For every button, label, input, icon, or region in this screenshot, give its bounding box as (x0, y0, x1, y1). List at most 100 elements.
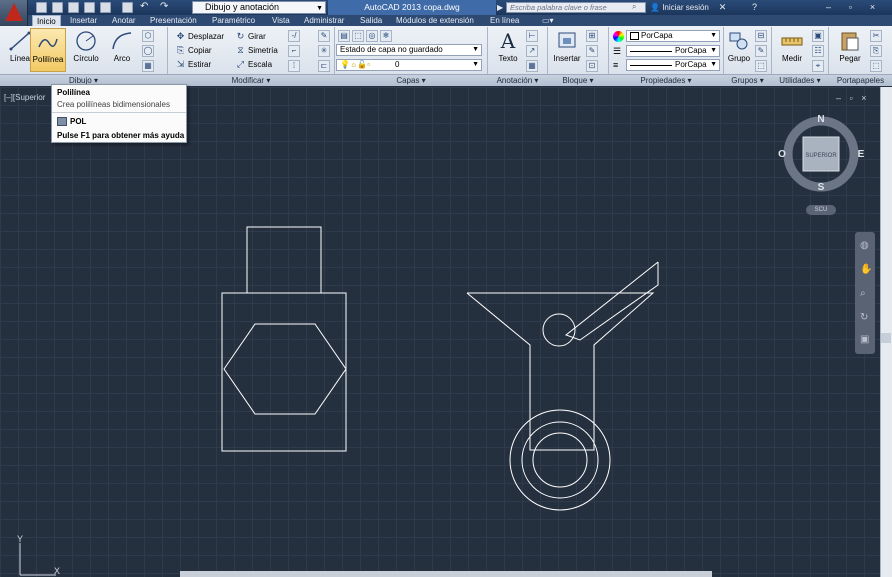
measure-button[interactable]: Medir (774, 28, 810, 72)
calculator-icon[interactable]: ▣ (812, 30, 824, 42)
layer-properties-icon[interactable]: ▤ (338, 30, 350, 42)
copy-button[interactable]: ⎘ Copiar (174, 44, 212, 57)
explode-icon[interactable]: ✳ (318, 45, 330, 57)
color-dropdown[interactable]: PorCapa ▼ (626, 30, 720, 42)
ribbon-minimize-icon[interactable]: ▭▾ (538, 15, 558, 26)
save-as-icon[interactable] (84, 2, 95, 13)
tab-insertar[interactable]: Insertar (66, 15, 101, 26)
help-icon[interactable]: ? (748, 1, 761, 13)
group-edit-icon[interactable]: ✎ (755, 45, 767, 57)
layer-state-icon[interactable]: ⬚ (352, 30, 364, 42)
quick-select-icon[interactable]: ☷ (812, 45, 824, 57)
workspace-dropdown[interactable]: Dibujo y anotación ▼ (192, 1, 326, 14)
layer-freeze-icon[interactable]: ❄ (380, 30, 392, 42)
copy-clip-icon[interactable]: ⎘ (870, 45, 882, 57)
dimension-icon[interactable]: ⊢ (526, 30, 538, 42)
undo-icon[interactable]: ↶ (140, 1, 148, 12)
lineweight-dropdown[interactable]: PorCapa ▼ (626, 59, 720, 71)
tab-inicio[interactable]: Inicio (32, 15, 61, 26)
cut-icon[interactable]: ✂ (870, 30, 882, 42)
mirror-button[interactable]: ⧖ Simetría (234, 44, 277, 57)
search-input[interactable]: Escriba palabra clave o frase (506, 2, 646, 13)
match-properties-icon[interactable]: ⬚ (870, 60, 882, 72)
tab-modulos[interactable]: Módulos de extensión (392, 15, 478, 26)
text-button[interactable]: A Texto (490, 28, 526, 72)
layer-dropdown[interactable]: 💡☼🔓▫ 0 ▼ (336, 59, 482, 71)
exchange-icon[interactable]: ✕ (716, 1, 729, 13)
linetype-dropdown[interactable]: PorCapa ▼ (626, 45, 720, 57)
scrollbar-thumb[interactable] (881, 333, 891, 343)
tab-vista[interactable]: Vista (268, 15, 294, 26)
panel-title-annotation[interactable]: Anotación ▾ (488, 75, 547, 86)
rotate-button[interactable]: ↻ Girar (234, 30, 266, 43)
paste-button[interactable]: Pegar (832, 28, 868, 72)
application-menu-button[interactable] (0, 0, 28, 26)
open-icon[interactable] (52, 2, 63, 13)
lineweight-icon[interactable]: ≡ (613, 60, 618, 70)
array-icon[interactable]: ⁞ (288, 60, 300, 72)
ungroup-icon[interactable]: ⊟ (755, 30, 767, 42)
group-button[interactable]: Grupo (724, 28, 754, 72)
edit-block-icon[interactable]: ✎ (586, 45, 598, 57)
new-icon[interactable] (36, 2, 47, 13)
panel-annotation-label: Anotación (496, 76, 533, 85)
panel-title-utilities[interactable]: Utilidades ▾ (772, 75, 828, 86)
id-point-icon[interactable]: ⌖ (812, 60, 824, 72)
wcs-menu[interactable]: SCU (806, 205, 836, 215)
drawing-geometry[interactable] (0, 87, 880, 577)
plot-icon[interactable] (100, 2, 111, 13)
linetype-icon[interactable]: ☰ (613, 46, 621, 57)
panel-title-layers[interactable]: Capas ▾ (335, 75, 487, 86)
leader-icon[interactable]: ↗ (526, 45, 538, 57)
hatch-icon[interactable]: ▦ (142, 60, 154, 72)
panel-title-modify[interactable]: Modificar ▾ (168, 75, 334, 86)
tab-parametrico[interactable]: Paramétrico (208, 15, 259, 26)
orbit-icon[interactable]: ↻ (860, 312, 868, 323)
table-icon[interactable]: ▦ (526, 60, 538, 72)
trim-icon[interactable]: -/ (288, 30, 300, 42)
tab-salida[interactable]: Salida (356, 15, 386, 26)
fillet-icon[interactable]: ⌐ (288, 45, 300, 57)
attribute-icon[interactable]: ⊡ (586, 60, 598, 72)
tab-presentacion[interactable]: Presentación (146, 15, 201, 26)
print-icon[interactable] (122, 2, 133, 13)
viewcube[interactable]: SUPERIOR N S E O (778, 113, 864, 199)
panel-title-clipboard[interactable]: Portapapeles (829, 75, 892, 86)
stretch-button[interactable]: ⇲ Estirar (174, 58, 211, 71)
tab-en-linea[interactable]: En línea (486, 15, 523, 26)
arc-button[interactable]: Arco (104, 28, 140, 72)
zoom-icon[interactable]: ⌕ (860, 288, 866, 299)
panel-title-block[interactable]: Bloque ▾ (548, 75, 608, 86)
layer-state-dropdown[interactable]: Estado de capa no guardado ▼ (336, 44, 482, 56)
horizontal-scrollbar[interactable] (180, 571, 712, 577)
sign-in-link[interactable]: 👤 Iniciar sesión (650, 2, 709, 13)
minimize-icon[interactable]: – (822, 1, 835, 13)
color-wheel-icon[interactable] (613, 31, 624, 42)
close-icon[interactable]: × (866, 1, 879, 13)
polyline-button[interactable]: Polilínea (30, 28, 66, 72)
steering-wheel-icon[interactable]: ◍ (860, 240, 869, 251)
navigation-bar[interactable]: ◍ ✋ ⌕ ↻ ▣ (855, 232, 875, 354)
panel-title-properties[interactable]: Propiedades ▾ (609, 75, 723, 86)
insert-button[interactable]: Insertar (550, 28, 584, 72)
pan-icon[interactable]: ✋ (860, 264, 872, 275)
tab-administrar[interactable]: Administrar (300, 15, 348, 26)
panel-title-groups[interactable]: Grupos ▾ (724, 75, 771, 86)
circle-button[interactable]: Círculo (68, 28, 104, 72)
layer-off-icon[interactable]: ◎ (366, 30, 378, 42)
save-icon[interactable] (68, 2, 79, 13)
tab-anotar[interactable]: Anotar (108, 15, 140, 26)
polygon-icon[interactable]: ⬡ (142, 30, 154, 42)
restore-icon[interactable]: ▫ (844, 1, 857, 13)
redo-icon[interactable]: ↷ (160, 1, 168, 12)
move-button[interactable]: ✥ Desplazar (174, 30, 224, 43)
create-block-icon[interactable]: ⊞ (586, 30, 598, 42)
ellipse-icon[interactable]: ◯ (142, 45, 154, 57)
search-icon[interactable]: ⌕ (632, 2, 636, 12)
erase-icon[interactable]: ✎ (318, 30, 330, 42)
offset-icon[interactable]: ⊏ (318, 60, 330, 72)
showmotion-icon[interactable]: ▣ (860, 334, 869, 345)
vertical-scrollbar[interactable] (880, 87, 892, 577)
scale-button[interactable]: ⤢ Escala (234, 58, 272, 71)
group-select-icon[interactable]: ⬚ (755, 60, 767, 72)
